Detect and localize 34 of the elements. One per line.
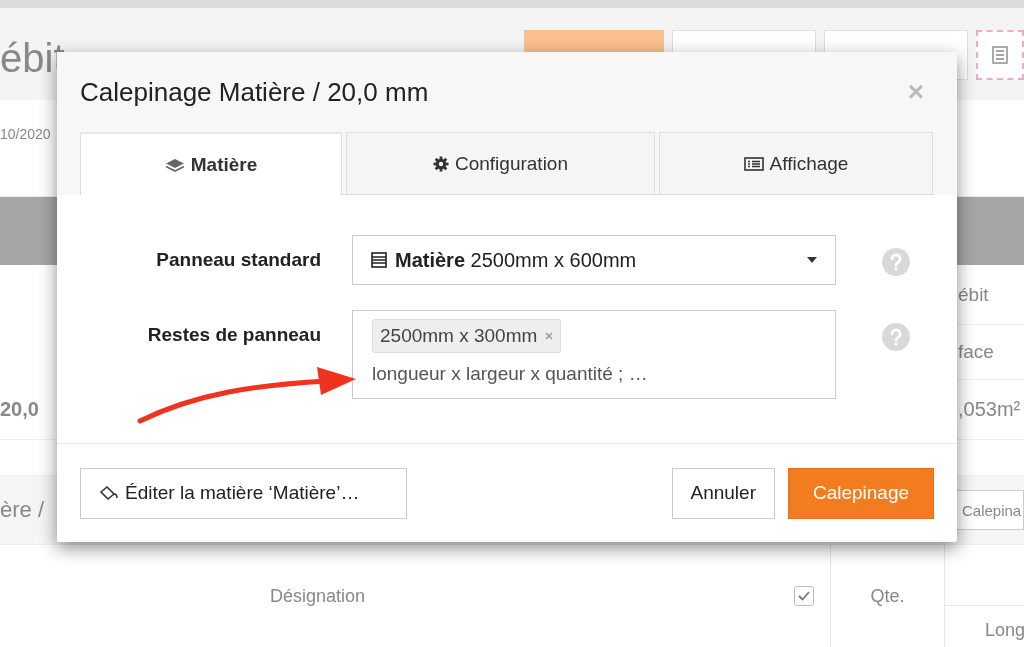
checkbox[interactable] xyxy=(794,586,814,606)
gear-icon xyxy=(433,155,449,172)
tab[interactable]: Affichage xyxy=(659,132,933,194)
list-icon xyxy=(371,252,387,268)
header-button[interactable] xyxy=(976,30,1024,80)
edit-material-button[interactable]: Éditer la matière ‘Matière’… xyxy=(80,467,407,519)
layers-icon xyxy=(164,157,185,172)
caret-icon xyxy=(807,257,817,263)
material-dropdown[interactable]: Matière 2500mm x 600mm xyxy=(352,235,836,285)
help-icon[interactable] xyxy=(882,323,910,351)
list-icon xyxy=(743,156,764,171)
column-header: Désignation xyxy=(270,585,366,607)
dropdown-value: Matière 2500mm x 600mm xyxy=(395,248,638,272)
help-icon[interactable] xyxy=(882,248,910,276)
value-text: 20,0 xyxy=(0,398,39,421)
checklist-icon xyxy=(992,46,1008,64)
paint-bucket-icon xyxy=(99,485,119,501)
tags-field[interactable]: 2500mm x 300mm longueur x largeur x quantité ; … xyxy=(352,310,836,399)
tab[interactable]: Matière xyxy=(80,132,342,195)
tab[interactable]: Configuration xyxy=(346,132,655,194)
field-label: face xyxy=(958,341,994,363)
dialog-title: Calepinage Matière / 20,0 mm xyxy=(80,76,429,108)
date-text: 10/2020 xyxy=(0,126,51,142)
field-label: Panneau standard xyxy=(155,248,321,271)
cancel-button[interactable]: Annuler xyxy=(671,467,775,519)
check-icon xyxy=(798,591,810,601)
column-header: Long xyxy=(984,619,1024,641)
field-label: Restes de panneau xyxy=(146,323,321,346)
close-icon[interactable] xyxy=(545,332,554,340)
tag-chip: 2500mm x 300mm xyxy=(372,319,562,353)
section-title: ère / xyxy=(0,497,45,523)
column-header: Qte. xyxy=(870,585,905,607)
value-text: ,053m² xyxy=(958,398,1021,421)
field-label: ébit xyxy=(958,283,989,306)
